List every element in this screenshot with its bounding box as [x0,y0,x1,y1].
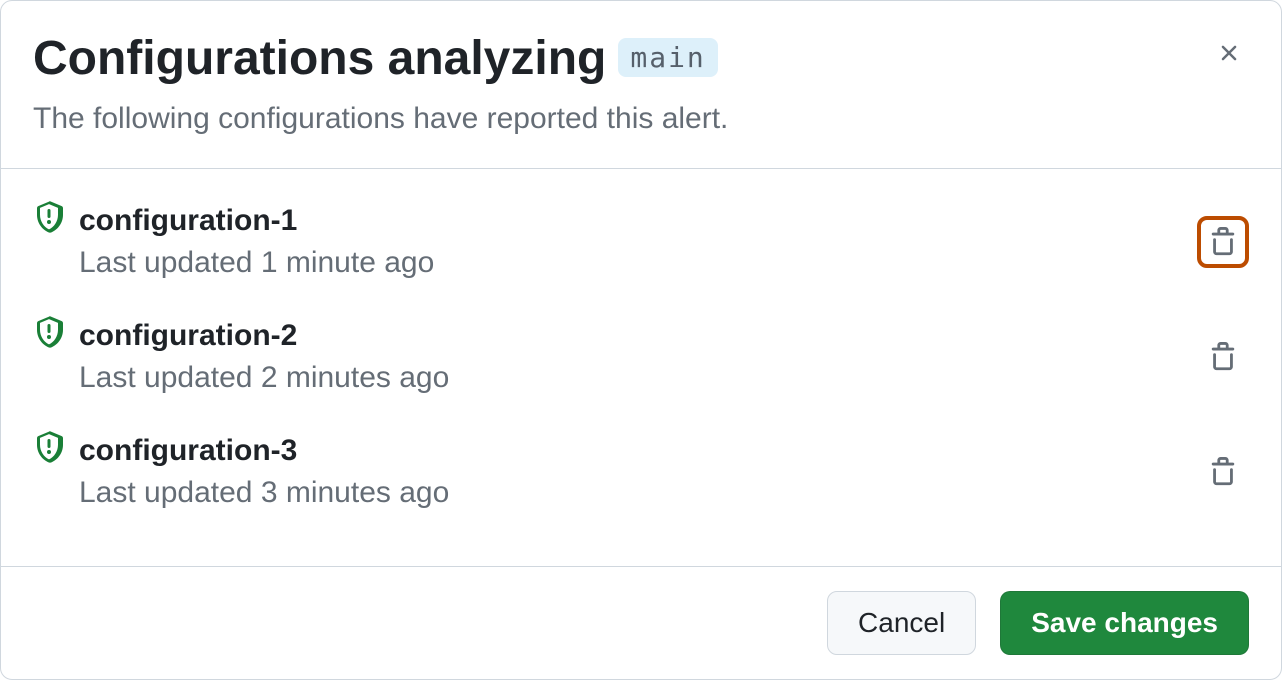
title-row: Configurations analyzing main [33,33,1249,86]
delete-config-button[interactable] [1197,216,1249,268]
shield-check-icon [33,201,65,238]
config-body: configuration-2 Last updated 2 minutes a… [79,316,1183,399]
dialog-footer: Cancel Save changes [1,567,1281,679]
config-updated: Last updated 1 minute ago [79,242,1183,284]
config-body: configuration-3 Last updated 3 minutes a… [79,431,1183,514]
config-item: configuration-2 Last updated 2 minutes a… [33,300,1249,415]
config-updated: Last updated 2 minutes ago [79,357,1183,399]
cancel-button[interactable]: Cancel [827,591,976,655]
branch-badge: main [618,38,717,77]
config-item: configuration-3 Last updated 3 minutes a… [33,415,1249,530]
config-body: configuration-1 Last updated 1 minute ag… [79,201,1183,284]
trash-icon [1208,457,1238,487]
trash-icon [1208,342,1238,372]
dialog-header: Configurations analyzing main The follow… [1,1,1281,168]
dialog-subtitle: The following configurations have report… [33,98,1249,140]
close-button[interactable] [1209,33,1249,73]
config-name: configuration-2 [79,316,1183,355]
config-updated: Last updated 3 minutes ago [79,472,1183,514]
configurations-dialog: Configurations analyzing main The follow… [0,0,1282,680]
shield-check-icon [33,431,65,468]
delete-config-button[interactable] [1197,446,1249,498]
config-item: configuration-1 Last updated 1 minute ag… [33,185,1249,300]
config-name: configuration-3 [79,431,1183,470]
shield-check-icon [33,316,65,353]
dialog-title: Configurations analyzing [33,33,606,86]
close-icon [1216,40,1242,66]
config-list: configuration-1 Last updated 1 minute ag… [1,169,1281,567]
delete-config-button[interactable] [1197,331,1249,383]
config-name: configuration-1 [79,201,1183,240]
trash-icon [1208,227,1238,257]
save-changes-button[interactable]: Save changes [1000,591,1249,655]
